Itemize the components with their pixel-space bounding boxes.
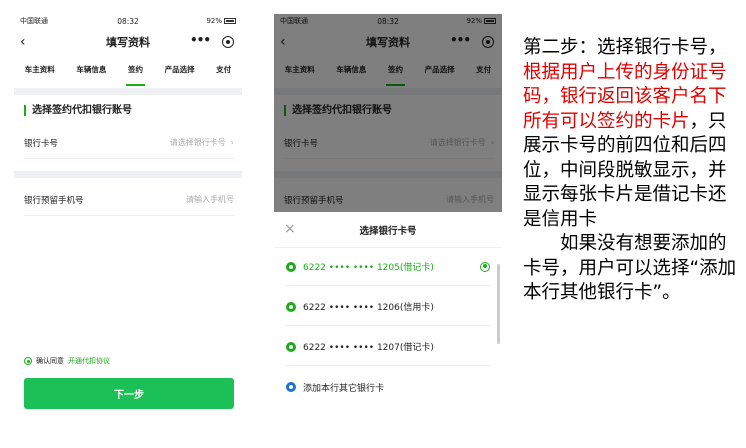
- bank-card-row[interactable]: 银行卡号 请选择银行卡号 ›: [24, 127, 234, 159]
- battery-indicator: 92%: [164, 17, 236, 25]
- divider: [14, 171, 242, 178]
- card-bank-icon: [286, 301, 296, 312]
- add-card-label: 添加本行其它银行卡: [303, 383, 385, 394]
- modal-overlay[interactable]: [274, 14, 502, 212]
- more-menu-icon[interactable]: •••: [190, 33, 211, 47]
- status-bar: 中国联通 08:32 92%: [14, 14, 242, 28]
- chevron-right-icon: ›: [230, 138, 234, 147]
- clock: 08:32: [117, 16, 139, 26]
- card-select-sheet: × 选择银行卡号 6222 •••• •••• 1205(借记卡) 6222 •…: [274, 212, 502, 438]
- nav-bar: ‹ 填写资料 •••: [14, 28, 242, 56]
- agree-text: 确认同意: [36, 357, 64, 365]
- battery-percent: 92%: [206, 17, 222, 25]
- divider: [14, 88, 242, 95]
- add-card-icon: [286, 382, 296, 392]
- bank-card-label: 银行卡号: [24, 138, 59, 149]
- page-title: 填写资料: [106, 36, 150, 49]
- agreement-link[interactable]: 开通代扣协议: [68, 356, 110, 366]
- card-number: 6222 •••• •••• 1206(信用卡): [303, 303, 434, 313]
- phone-screen-fill-info: 中国联通 08:32 92% ‹ 填写资料 ••• 车主资料 车辆信息 签约 产…: [14, 14, 242, 438]
- next-button[interactable]: 下一步: [24, 378, 234, 409]
- tab-vehicle-info[interactable]: 车辆信息: [74, 64, 108, 82]
- close-icon[interactable]: ×: [284, 221, 296, 237]
- tab-owner-info[interactable]: 车主资料: [23, 64, 57, 82]
- card-bank-icon: [286, 261, 296, 272]
- battery-icon: [224, 18, 236, 24]
- step-description: 第二步：选择银行卡号，根据用户上传的身份证号码，银行返回该客户名下所有可以签约的…: [523, 36, 741, 306]
- phone-input[interactable]: 请输入手机号: [186, 194, 234, 205]
- card-option[interactable]: 6222 •••• •••• 1205(借记卡): [286, 248, 490, 286]
- close-target-icon[interactable]: [222, 36, 234, 48]
- carrier-label: 中国联通: [20, 17, 48, 25]
- card-option[interactable]: 6222 •••• •••• 1207(借记卡): [286, 328, 490, 366]
- tab-product[interactable]: 产品选择: [163, 64, 197, 82]
- description-intro: 第二步：选择银行卡号，: [523, 37, 727, 58]
- card-number: 6222 •••• •••• 1205(借记卡): [303, 263, 434, 273]
- card-option[interactable]: 6222 •••• •••• 1206(信用卡): [286, 288, 490, 326]
- step-tabs: 车主资料 车辆信息 签约 产品选择 支付: [14, 64, 242, 86]
- phone-row[interactable]: 银行预留手机号 请输入手机号: [24, 184, 234, 216]
- tab-sign[interactable]: 签约: [125, 64, 145, 86]
- agree-radio-icon[interactable]: [24, 357, 32, 365]
- add-card-option[interactable]: 添加本行其它银行卡: [286, 368, 490, 406]
- sheet-header: × 选择银行卡号: [274, 212, 502, 248]
- agreement[interactable]: 确认同意 开通代扣协议: [24, 356, 110, 366]
- phone-label: 银行预留手机号: [24, 195, 84, 206]
- back-arrow-icon[interactable]: ‹: [20, 34, 26, 50]
- selected-check-icon: [480, 261, 490, 272]
- section-title: 选择签约代扣银行账号: [24, 105, 132, 116]
- bank-card-placeholder: 请选择银行卡号: [169, 138, 226, 147]
- card-bank-icon: [286, 341, 296, 352]
- tab-payment[interactable]: 支付: [214, 64, 233, 82]
- sheet-title: 选择银行卡号: [359, 225, 417, 237]
- description-note: 如果没有想要添加的卡号，用户可以选择“添加本行其他银行卡”。: [523, 233, 737, 303]
- phone-screen-select-card: 中国联通 08:32 92% ‹ 填写资料 ••• 车主资料 车辆信息 签约 产…: [274, 14, 502, 438]
- scrollbar[interactable]: [497, 264, 500, 344]
- card-number: 6222 •••• •••• 1207(借记卡): [303, 343, 434, 353]
